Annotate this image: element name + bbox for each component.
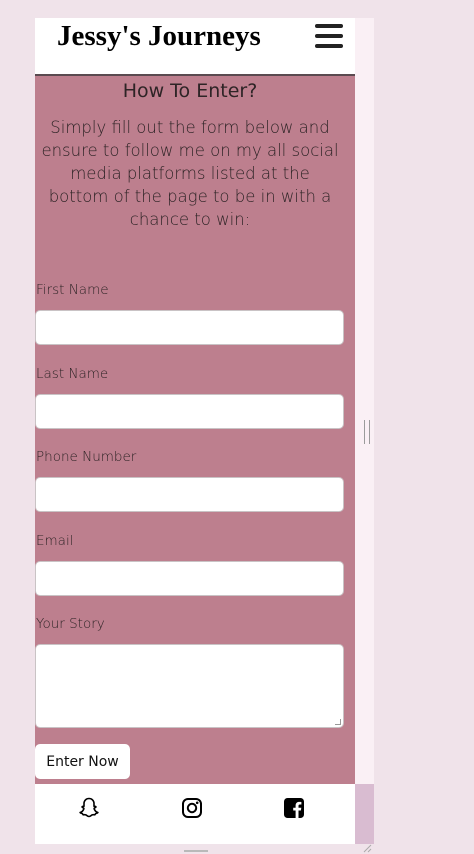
section-heading: How To Enter? <box>122 80 258 102</box>
story-label: Your Story <box>36 616 105 632</box>
phone-number-input[interactable] <box>35 477 344 512</box>
phone-number-label: Phone Number <box>36 449 137 465</box>
site-logo[interactable]: Jessy's Journeys <box>57 20 261 53</box>
story-textarea[interactable] <box>35 644 344 728</box>
hamburger-menu-icon[interactable] <box>315 24 343 48</box>
top-navbar: Jessy's Journeys <box>35 18 355 76</box>
email-input[interactable] <box>35 561 344 596</box>
enter-now-button[interactable]: Enter Now <box>35 744 130 779</box>
scrollbar-track[interactable] <box>355 784 374 844</box>
social-footer <box>35 784 355 844</box>
email-label: Email <box>36 533 74 549</box>
last-name-input[interactable] <box>35 394 344 429</box>
instagram-icon[interactable] <box>180 796 204 820</box>
last-name-label: Last Name <box>36 366 109 382</box>
bottom-resize-handle[interactable] <box>184 850 208 852</box>
facebook-icon[interactable] <box>282 796 306 820</box>
first-name-label: First Name <box>36 282 109 298</box>
mobile-viewport: Jessy's Journeys How To Enter? Simply fi… <box>35 18 355 844</box>
corner-resize-icon[interactable] <box>362 843 372 853</box>
textarea-resize-handle[interactable] <box>335 719 341 725</box>
entry-instructions: Simply fill out the form below and ensur… <box>41 118 339 229</box>
first-name-input[interactable] <box>35 310 344 345</box>
panel-resize-handle[interactable] <box>364 420 370 444</box>
snapchat-icon[interactable] <box>77 796 101 820</box>
